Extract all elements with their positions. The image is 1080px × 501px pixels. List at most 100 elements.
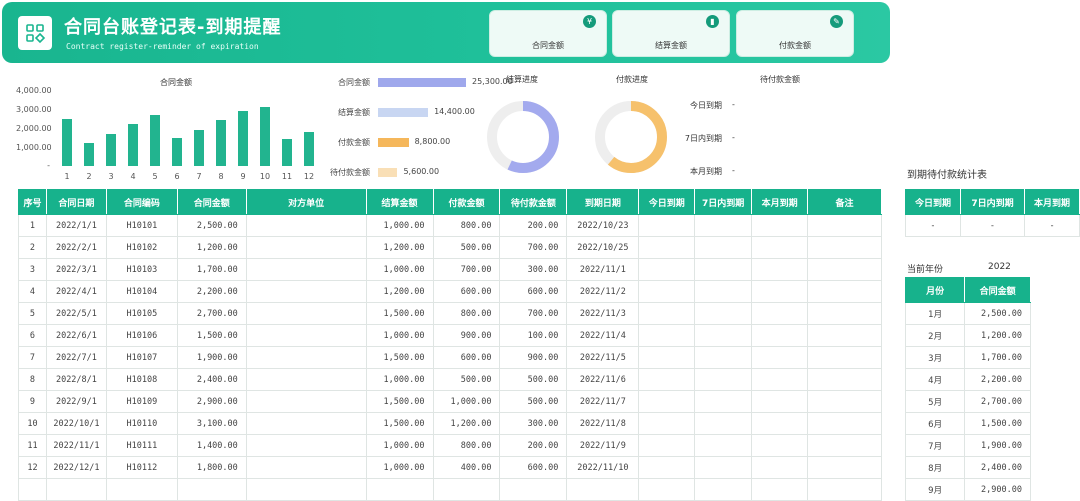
table-cell[interactable]: [807, 412, 882, 435]
table-cell[interactable]: [751, 456, 809, 479]
table-cell[interactable]: 2,700.00: [176, 302, 247, 325]
table-cell[interactable]: 200.00: [499, 214, 568, 237]
column-header[interactable]: 月份: [904, 277, 966, 303]
table-cell[interactable]: [245, 412, 367, 435]
table-cell[interactable]: [694, 258, 753, 281]
table-cell[interactable]: H10109: [105, 390, 178, 413]
table-cell[interactable]: 2,400.00: [176, 368, 247, 391]
table-cell[interactable]: 900.00: [499, 346, 568, 369]
table-cell[interactable]: 1,200.00: [964, 324, 1031, 347]
table-cell[interactable]: 2022/4/1: [45, 280, 107, 303]
column-header[interactable]: 合同金额: [964, 277, 1031, 303]
table-cell[interactable]: 3,100.00: [176, 412, 247, 435]
table-cell[interactable]: 600.00: [432, 280, 501, 303]
table-cell[interactable]: [245, 236, 367, 259]
table-cell[interactable]: [245, 214, 367, 237]
table-cell[interactable]: 9月: [904, 478, 966, 501]
table-cell[interactable]: 400.00: [432, 456, 501, 479]
table-cell[interactable]: 600.00: [432, 346, 501, 369]
table-cell[interactable]: 2022/2/1: [45, 236, 107, 259]
table-cell[interactable]: [638, 214, 696, 237]
table-cell[interactable]: 1,400.00: [176, 434, 247, 457]
table-cell[interactable]: 6: [18, 324, 47, 347]
column-header[interactable]: 备注: [807, 189, 882, 215]
table-cell[interactable]: 1,200.00: [365, 236, 434, 259]
table-cell[interactable]: [751, 390, 809, 413]
table-cell[interactable]: 2022/11/7: [566, 390, 640, 413]
table-cell[interactable]: 1,200.00: [432, 412, 501, 435]
table-cell[interactable]: H10102: [105, 236, 178, 259]
table-cell[interactable]: 9: [18, 390, 47, 413]
table-cell[interactable]: [694, 478, 753, 501]
table-cell[interactable]: 1,200.00: [176, 236, 247, 259]
table-cell[interactable]: 2,500.00: [176, 214, 247, 237]
table-cell[interactable]: [694, 456, 753, 479]
table-cell[interactable]: 2022/10/1: [45, 412, 107, 435]
table-cell[interactable]: 2: [18, 236, 47, 259]
table-cell[interactable]: [807, 236, 882, 259]
table-cell[interactable]: 500.00: [499, 368, 568, 391]
table-cell[interactable]: 300.00: [499, 412, 568, 435]
table-cell[interactable]: 700.00: [499, 302, 568, 325]
table-cell[interactable]: [807, 258, 882, 281]
table-cell[interactable]: 100.00: [499, 324, 568, 347]
column-header[interactable]: 合同金额: [176, 189, 247, 215]
table-cell[interactable]: 12: [18, 456, 47, 479]
table-cell[interactable]: 11: [18, 434, 47, 457]
table-cell[interactable]: 1,700.00: [964, 346, 1031, 369]
table-cell[interactable]: 2022/7/1: [45, 346, 107, 369]
table-cell[interactable]: 2022/11/1: [45, 434, 107, 457]
table-cell[interactable]: [751, 412, 809, 435]
table-cell[interactable]: H10112: [105, 456, 178, 479]
table-cell[interactable]: 1,500.00: [365, 390, 434, 413]
table-cell[interactable]: [751, 368, 809, 391]
table-cell[interactable]: [694, 346, 753, 369]
table-cell[interactable]: [45, 478, 107, 501]
table-cell[interactable]: [638, 324, 696, 347]
table-cell[interactable]: 200.00: [499, 434, 568, 457]
table-cell[interactable]: [807, 478, 882, 501]
table-cell[interactable]: 700.00: [499, 236, 568, 259]
table-cell[interactable]: 1,800.00: [176, 456, 247, 479]
table-cell[interactable]: [694, 236, 753, 259]
table-cell[interactable]: 1,500.00: [365, 302, 434, 325]
table-cell[interactable]: [18, 478, 47, 501]
table-cell[interactable]: H10106: [105, 324, 178, 347]
table-cell[interactable]: H10108: [105, 368, 178, 391]
table-cell[interactable]: [432, 478, 501, 501]
column-header[interactable]: 序号: [18, 189, 47, 215]
table-cell[interactable]: 2022/8/1: [45, 368, 107, 391]
table-cell[interactable]: 5月: [904, 390, 966, 413]
column-header[interactable]: 合同编码: [105, 189, 178, 215]
table-cell[interactable]: [499, 478, 568, 501]
column-header[interactable]: 结算金额: [365, 189, 434, 215]
table-cell[interactable]: 5: [18, 302, 47, 325]
table-cell[interactable]: [694, 302, 753, 325]
table-cell[interactable]: 2022/10/25: [566, 236, 640, 259]
table-cell[interactable]: 700.00: [432, 258, 501, 281]
table-cell[interactable]: 2,500.00: [964, 302, 1031, 325]
table-cell[interactable]: 2022/11/2: [566, 280, 640, 303]
table-cell[interactable]: 2022/9/1: [45, 390, 107, 413]
table-cell[interactable]: [638, 302, 696, 325]
table-cell[interactable]: [694, 214, 753, 237]
column-header[interactable]: 合同日期: [45, 189, 107, 215]
table-cell[interactable]: 8月: [904, 456, 966, 479]
table-cell[interactable]: [807, 434, 882, 457]
column-header[interactable]: 到期日期: [566, 189, 640, 215]
table-cell[interactable]: -: [959, 214, 1026, 237]
table-cell[interactable]: H10103: [105, 258, 178, 281]
table-cell[interactable]: -: [1024, 214, 1080, 237]
table-cell[interactable]: 2月: [904, 324, 966, 347]
table-cell[interactable]: [245, 434, 367, 457]
column-header[interactable]: 待付款金额: [499, 189, 568, 215]
table-cell[interactable]: 2,200.00: [176, 280, 247, 303]
table-cell[interactable]: 600.00: [499, 280, 568, 303]
table-cell[interactable]: [638, 258, 696, 281]
table-cell[interactable]: 1,500.00: [176, 324, 247, 347]
table-cell[interactable]: [245, 258, 367, 281]
table-cell[interactable]: [751, 236, 809, 259]
table-cell[interactable]: [245, 280, 367, 303]
table-cell[interactable]: 7月: [904, 434, 966, 457]
table-cell[interactable]: 500.00: [432, 236, 501, 259]
